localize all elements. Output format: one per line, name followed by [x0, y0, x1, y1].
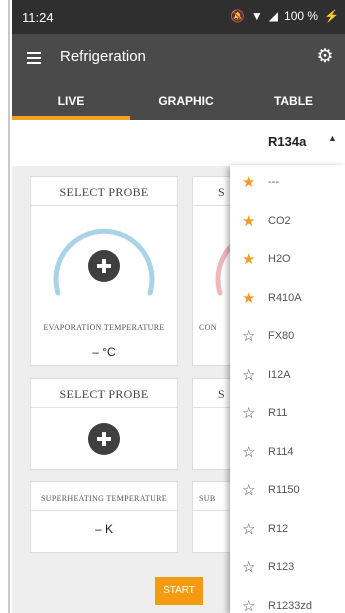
star-outline-icon[interactable]: ☆ [242, 521, 255, 539]
dropdown-item-label: R123 [268, 561, 295, 573]
dropdown-item-label: CO2 [268, 214, 291, 227]
card-value: – K [94, 522, 113, 536]
caret-up-icon: ▲ [328, 133, 337, 143]
start-button[interactable]: START [155, 577, 203, 605]
dropdown-item[interactable]: ☆ R12 [230, 512, 345, 550]
dropdown-item-label: I12A [268, 368, 291, 381]
dropdown-item[interactable]: ☆ R11 [230, 396, 345, 434]
card-caption: Evaporation temperature [43, 323, 165, 332]
dropdown-item-label: FX80 [268, 330, 295, 342]
card-caption: Superheating temperature [41, 494, 167, 503]
dropdown-item[interactable]: ☆ R1150 [230, 473, 345, 511]
dropdown-item-label: R410A [268, 291, 302, 304]
wifi-icon: ▼ [250, 9, 263, 23]
dropdown-item-label: R114 [268, 445, 294, 458]
mute-icon: 🔕 [229, 9, 245, 23]
star-outline-icon[interactable]: ☆ [242, 482, 255, 500]
card-divider [31, 407, 177, 408]
charging-icon: ⚡ [324, 9, 339, 23]
star-outline-icon[interactable]: ☆ [242, 328, 255, 346]
card-title[interactable]: SELECT PROBE [31, 387, 177, 402]
card-value: – °C [92, 345, 116, 359]
dropdown-item[interactable]: ★ CO2 [230, 204, 345, 242]
refrigerant-value: R134a [268, 134, 307, 149]
dropdown-item[interactable]: ★ H2O [230, 242, 345, 280]
dropdown-item[interactable]: ☆ FX80 [230, 319, 345, 357]
probe-card-superheating: Superheating temperature – K [30, 481, 178, 553]
status-icons: 🔕 ▼ ◢ 100 % ⚡ [230, 9, 339, 23]
battery-label: 100 % [284, 9, 319, 23]
dropdown-item-label: R1150 [268, 484, 300, 496]
star-outline-icon[interactable]: ☆ [242, 405, 255, 423]
dropdown-item[interactable]: ☆ R123 [230, 550, 345, 588]
dropdown-item-label: R11 [268, 407, 288, 419]
tab-bar: LIVE GRAPHIC TABLE [12, 82, 345, 120]
dropdown-item-label: H2O [268, 253, 291, 265]
status-time: 11:24 [22, 10, 54, 25]
left-border [8, 0, 10, 613]
tab-graphic[interactable]: GRAPHIC [130, 82, 242, 120]
star-outline-icon[interactable]: ☆ [242, 444, 255, 462]
dropdown-item[interactable]: ☆ R114 [230, 435, 345, 473]
star-filled-icon[interactable]: ★ [242, 251, 255, 269]
signal-icon: ◢ [268, 9, 279, 23]
refrigerant-selector[interactable]: R134a ▲ [12, 120, 345, 166]
tab-live[interactable]: LIVE [12, 82, 130, 120]
dropdown-item[interactable]: ★ --- [230, 165, 345, 203]
add-probe-icon[interactable] [88, 423, 120, 455]
status-bar: 11:24 🔕 ▼ ◢ 100 % ⚡ [12, 0, 345, 34]
probe-card-evaporation: SELECT PROBE Evaporation temperature – °… [30, 176, 178, 366]
probe-card-select-2: SELECT PROBE [30, 378, 178, 470]
star-outline-icon[interactable]: ☆ [242, 598, 255, 613]
star-filled-icon[interactable]: ★ [242, 290, 255, 308]
page-title: Refrigeration [60, 48, 146, 65]
star-outline-icon[interactable]: ☆ [242, 559, 255, 577]
star-filled-icon[interactable]: ★ [242, 174, 255, 192]
dropdown-item[interactable]: ★ R410A [230, 281, 345, 319]
dropdown-item-label: R1233zd [268, 599, 313, 612]
dropdown-item-label: --- [268, 176, 279, 188]
app-window: 11:24 🔕 ▼ ◢ 100 % ⚡ Refrigeration ⚙ LIVE… [12, 0, 345, 613]
dropdown-item[interactable]: ☆ I12A [230, 358, 345, 396]
add-probe-icon[interactable] [88, 250, 120, 282]
star-filled-icon[interactable]: ★ [242, 213, 255, 231]
card-divider [31, 205, 177, 206]
app-toolbar: Refrigeration ⚙ [12, 34, 345, 82]
star-outline-icon[interactable]: ☆ [242, 367, 255, 385]
refrigerant-dropdown-list[interactable]: ★ --- ★ CO2 ★ H2O ★ R410A ☆ FX80 ☆ I12A ☆ R11 ☆ R114 ☆ R1… [230, 165, 345, 613]
card-title[interactable]: SELECT PROBE [31, 185, 177, 200]
dropdown-item[interactable]: ☆ R1233zd [230, 589, 345, 613]
settings-gear-icon[interactable]: ⚙ [313, 45, 337, 69]
card-divider [31, 510, 177, 511]
tab-table[interactable]: TABLE [242, 82, 345, 120]
dropdown-item-label: R12 [268, 522, 289, 535]
hamburger-menu-icon[interactable] [24, 46, 48, 70]
screenshot-frame: 11:24 🔕 ▼ ◢ 100 % ⚡ Refrigeration ⚙ LIVE… [0, 0, 345, 613]
